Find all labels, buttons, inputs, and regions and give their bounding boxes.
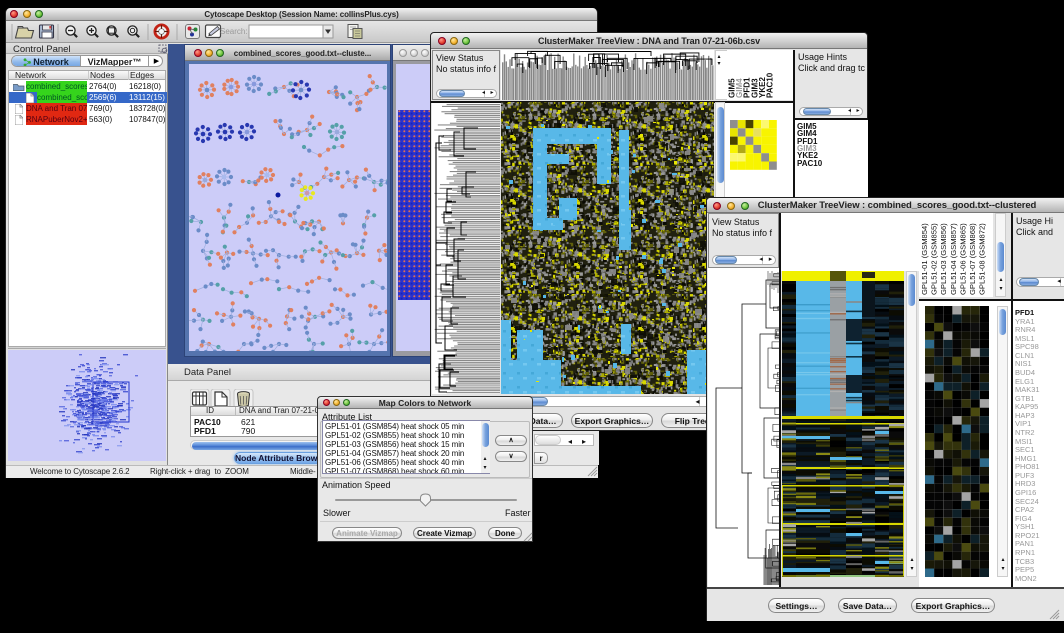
svg-text:GPL51-06 (GSM865): GPL51-06 (GSM865) [958, 223, 967, 295]
svg-text:Search:: Search: [220, 27, 248, 36]
svg-text:GPL51-01 (GSM854): GPL51-01 (GSM854) [920, 223, 929, 295]
svg-text:GPL51-07 (GSM868): GPL51-07 (GSM868) [968, 223, 977, 295]
svg-text:GPL51-02 (GSM855): GPL51-02 (GSM855) [930, 223, 939, 295]
svg-text:GPL51-04 (GSM857): GPL51-04 (GSM857) [949, 223, 958, 295]
svg-text:GPL51-08 (GSM872): GPL51-08 (GSM872) [978, 223, 987, 295]
svg-text:GPL51-03 (GSM856): GPL51-03 (GSM856) [939, 223, 948, 295]
svg-text:PAC10: PAC10 [766, 72, 775, 98]
